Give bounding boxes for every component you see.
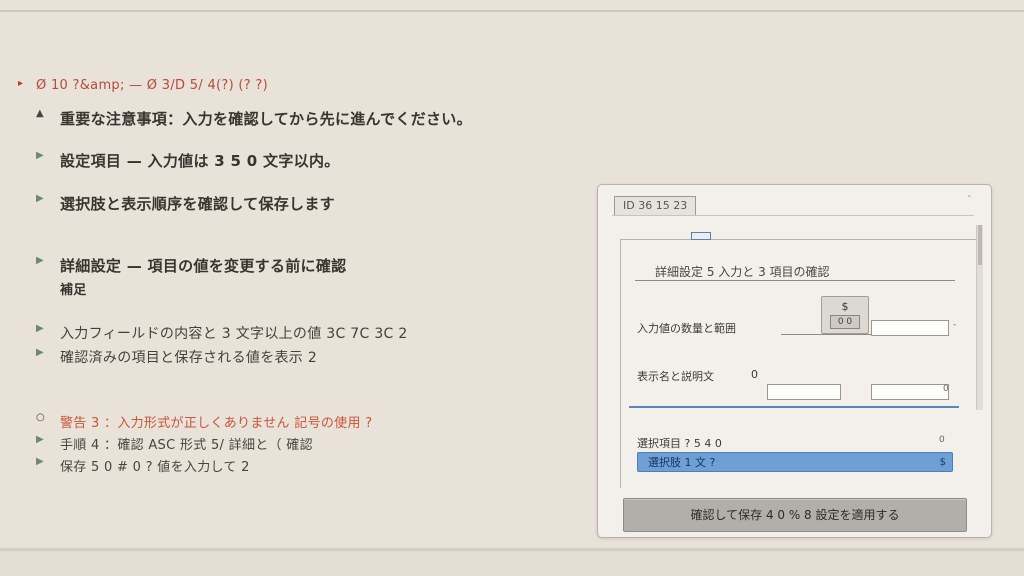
- list-item: ▶ 確認済みの項目と保存される値を表示 2: [36, 347, 318, 366]
- section-title: 詳細設定 5 入力と 3 項目の確認: [655, 265, 830, 279]
- panel-tab-marker[interactable]: [691, 232, 711, 240]
- confirm-button[interactable]: 確認して保存 4 0 % 8 設定を適用する: [623, 498, 967, 532]
- dialog-title-divider: [612, 215, 974, 216]
- dialog-title: ID 36 15 23: [614, 196, 697, 216]
- top-divider: [0, 10, 1024, 12]
- settings-panel: 詳細設定 5 入力と 3 項目の確認 入力値の数量と範囲 $ 0 0 - 表示名…: [620, 232, 976, 488]
- select-end-icon: 0: [939, 435, 945, 445]
- list-item: ▲ 重要な注意事項：入力を確認してから先に進んでください。: [36, 108, 472, 128]
- triangle-right-icon: ▶: [36, 434, 44, 445]
- triangle-right-icon: ▶: [36, 193, 44, 204]
- triangle-right-icon: ▶: [36, 255, 44, 266]
- triangle-right-icon: ▶: [36, 456, 44, 467]
- display-name-label: 表示名と説明文: [637, 370, 714, 383]
- dropdown-icon[interactable]: 0: [943, 384, 949, 394]
- list-item: ▶ 選択肢と表示順序を確認して保存します: [36, 193, 335, 213]
- option-select[interactable]: 選択肢 1 文 ? $: [637, 452, 953, 472]
- dollar-icon: $: [841, 300, 849, 313]
- dialog-menu-icon[interactable]: -: [967, 191, 971, 202]
- quantity-field-label: 入力値の数量と範囲: [637, 322, 736, 335]
- circle-icon: ○: [36, 412, 46, 423]
- triangle-right-icon: ▶: [36, 347, 44, 358]
- list-item: ▶ 入力フィールドの内容と 3 文字以上の値 3C 7C 3C 2: [36, 323, 408, 342]
- input-end-icon: -: [953, 320, 957, 330]
- select-value: 選択肢 1 文 ?: [648, 456, 716, 469]
- field-underline: [781, 334, 871, 335]
- description-input[interactable]: [871, 384, 949, 400]
- inline-marker: 0: [751, 368, 758, 381]
- scrollbar-thumb[interactable]: [978, 225, 982, 265]
- list-item: ▶ 保存 5 0 # 0 ? 値を入力して 2: [36, 456, 250, 475]
- list-heading: ▸ Ø 10 ?&amp; — Ø 3/D 5/ 4(?) (? ?): [18, 78, 268, 93]
- triangle-right-icon: ▶: [36, 323, 44, 334]
- select-field-label: 選択項目 ? 5 4 0: [637, 437, 722, 450]
- quantity-stepper[interactable]: $ 0 0: [821, 296, 869, 334]
- list-item: ▶ 詳細設定 — 項目の値を変更する前に確認 補足: [36, 255, 347, 298]
- triangle-right-icon: ▶: [36, 150, 44, 161]
- dialog-scrollbar[interactable]: [976, 225, 983, 410]
- list-item: ○ 警告 3 ：入力形式が正しくありません 記号の使用 ?: [36, 412, 373, 431]
- bottom-band: [0, 551, 1024, 576]
- section-divider: [635, 280, 955, 281]
- stepper-value[interactable]: 0 0: [830, 315, 860, 329]
- display-name-input[interactable]: [767, 384, 841, 400]
- settings-dialog: ID 36 15 23 - 詳細設定 5 入力と 3 項目の確認 入力値の数量と…: [597, 184, 992, 538]
- list-item: ▶ 手順 4 ：確認 ASC 形式 5/ 詳細と（ 確認: [36, 434, 313, 453]
- select-arrow-icon: $: [939, 457, 946, 468]
- list-item: ▶ 設定項目 — 入力値は 3 5 0 文字以内。: [36, 150, 340, 170]
- heading-marker-icon: ▸: [18, 78, 24, 89]
- active-divider: [629, 406, 959, 408]
- quantity-input[interactable]: [871, 320, 949, 336]
- triangle-up-icon: ▲: [36, 108, 44, 119]
